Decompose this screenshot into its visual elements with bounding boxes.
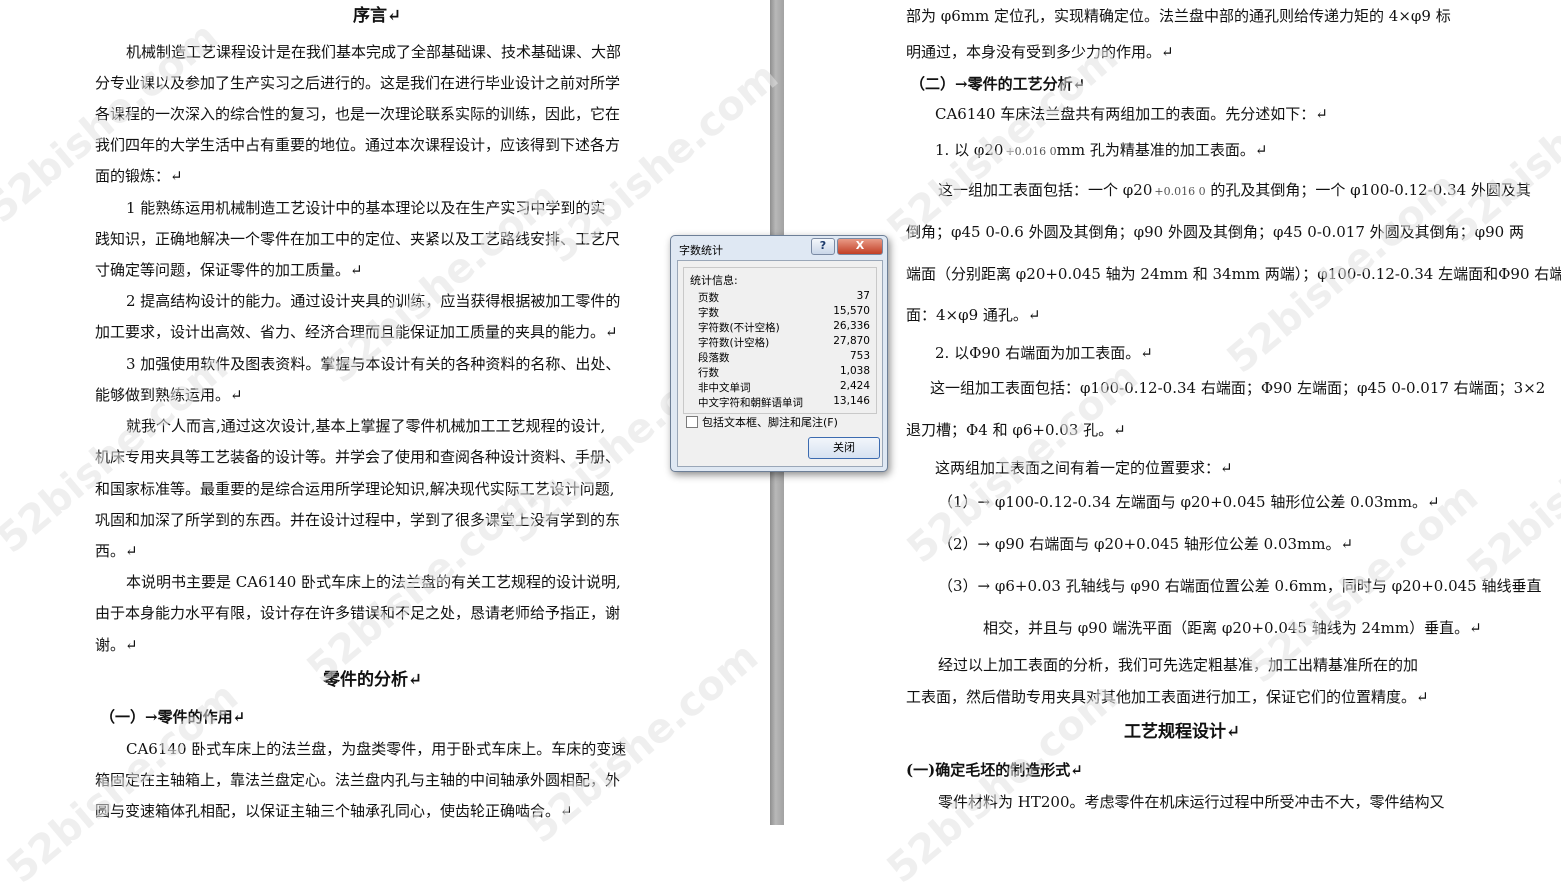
text-line: 这两组加工表面之间有着一定的位置要求：↵ — [935, 459, 1233, 477]
text-line: 经过以上加工表面的分析，我们可先选定粗基准，加工出精基准所在的加 — [938, 656, 1419, 674]
subsection-heading: （二）→零件的工艺分析↵ — [910, 75, 1086, 93]
word-count-dialog: 字数统计 ? X 统计信息: 页数 37 字数 15,570 字符数(不计空格) 26,3… — [670, 235, 888, 472]
text-line: 巩固和加深了所学到的东西。并在设计过程中，学到了很多课堂上没有学到的东 — [95, 511, 621, 529]
section-heading: 零件的分析↵ — [323, 670, 423, 690]
text-line: 谢。↵ — [95, 636, 138, 654]
text-line-continuation: 的孔及其倒角；一个 φ100-0.12-0.34 外圆及其 — [1205, 181, 1531, 199]
text-line: CA6140 卧式车床上的法兰盘，为盘类零件，用于卧式车床上。车床的变速 — [126, 740, 627, 758]
stat-row: 字数 15,570 — [698, 305, 870, 319]
text-line: 就我个人而言,通过这次设计,基本上掌握了零件机械加工工艺规程的设计, — [126, 417, 606, 435]
document-page-left: 序言↵ 机械制造工艺课程设计是在我们基本完成了全部基础课、技术基础课、大部分专业课… — [0, 0, 770, 825]
text-line: 西。↵ — [95, 542, 138, 560]
stat-label: 字数 — [698, 307, 719, 319]
text-line: （1）→ φ100-0.12-0.34 左端面与 φ20+0.045 轴形位公差… — [938, 493, 1440, 511]
text-line: 1. 以 φ20 +0.016 0mm 孔为精基准的加工表面。↵ — [935, 141, 1268, 159]
text-line: 和国家标准等。最重要的是综合运用所学理论知识,解决现代实际工艺设计问题, — [95, 480, 615, 498]
text-line: 这一组加工表面包括：一个 φ20 +0.016 0 的孔及其倒角；一个 φ100-… — [938, 181, 1531, 199]
text-line: 相交，并且与 φ90 端洗平面（距离 φ20+0.045 轴线为 24mm）垂直… — [983, 619, 1482, 637]
text-line: 工表面，然后借助专用夹具对其他加工表面进行加工，保证它们的位置精度。↵ — [906, 688, 1429, 706]
include-textboxes-checkbox[interactable] — [686, 416, 698, 428]
text-line: 寸确定等问题，保证零件的加工质量。↵ — [95, 261, 363, 279]
tolerance-superscript: +0.016 0 — [1005, 145, 1057, 158]
stat-label: 字符数(不计空格) — [698, 322, 780, 334]
text-line: 我们四年的大学生活中占有重要的地位。通过本次课程设计，应该得到下述各方 — [95, 136, 621, 154]
stat-row: 非中文单词 2,424 — [698, 380, 870, 394]
text-line: 面：4×φ9 通孔。↵ — [906, 306, 1041, 324]
text-line: 面的锻炼：↵ — [95, 167, 183, 185]
text-line: 这一组加工表面包括：φ100-0.12-0.34 右端面；Φ90 左端面；φ45… — [930, 379, 1546, 397]
help-button[interactable]: ? — [811, 238, 835, 255]
text-line: 退刀槽；Φ4 和 φ6+0.03 孔。↵ — [906, 421, 1126, 439]
text-line-continuation: mm 孔为精基准的加工表面。↵ — [1056, 141, 1268, 159]
stat-row: 段落数 753 — [698, 350, 870, 364]
text-line: 本说明书主要是 CA6140 卧式车床上的法兰盘的有关工艺规程的设计说明, — [126, 573, 621, 591]
stat-row: 中文字符和朝鲜语单词 13,146 — [698, 395, 870, 409]
text-line: 2. 以Φ90 右端面为加工表面。↵ — [935, 344, 1153, 362]
stat-row: 字符数(不计空格) 26,336 — [698, 320, 870, 334]
stat-value: 753 — [849, 350, 870, 362]
stat-label: 行数 — [698, 367, 719, 379]
text-line: 3 加强使用软件及图表资料。掌握与本设计有关的各种资料的名称、出处、 — [126, 355, 621, 373]
stat-value: 1,038 — [839, 365, 870, 377]
section-heading: 工艺规程设计↵ — [1124, 722, 1241, 742]
stat-label: 字符数(计空格) — [698, 337, 770, 349]
subsection-heading: （一）→零件的作用↵ — [100, 708, 246, 726]
dialog-title: 字数统计 — [679, 244, 723, 257]
text-line: 践知识，正确地解决一个零件在加工中的定位、夹紧以及工艺路线安排、工艺尺 — [95, 230, 621, 248]
text-line: 部为 φ6mm 定位孔，实现精确定位。法兰盘中部的通孔则给传递力矩的 4×φ9 … — [906, 7, 1451, 25]
text-line: 端面（分别距离 φ20+0.045 轴为 24mm 和 34mm 两端）；φ10… — [906, 265, 1561, 283]
statistics-group-label: 统计信息: — [690, 274, 738, 287]
text-line: 圆与变速箱体孔相配，以保证主轴三个轴承孔同心，使齿轮正确啮合。↵ — [95, 802, 573, 820]
text-line: 2 提高结构设计的能力。通过设计夹具的训练，应当获得根据被加工零件的 — [126, 292, 621, 310]
stat-value: 15,570 — [833, 305, 870, 317]
stat-value: 37 — [856, 290, 870, 302]
text-line: 各课程的一次深入的综合性的复习，也是一次理论联系实际的训练，因此，它在 — [95, 105, 621, 123]
text-line: 机床专用夹具等工艺装备的设计等。并学会了使用和查阅各种设计资料、手册、 — [95, 448, 621, 466]
stat-label: 页数 — [698, 292, 719, 304]
text-line: 明通过，本身没有受到多少力的作用。↵ — [906, 43, 1174, 61]
stat-row: 字符数(计空格) 27,870 — [698, 335, 870, 349]
text-line: 加工要求，设计出高效、省力、经济合理而且能保证加工质量的夹具的能力。↵ — [95, 323, 618, 341]
subsection-heading: (一)确定毛坯的制造形式↵ — [906, 761, 1083, 779]
stat-row: 行数 1,038 — [698, 365, 870, 379]
text-line: 由于本身能力水平有限，设计存在许多错误和不足之处，恳请老师给予指正，谢 — [95, 604, 621, 622]
text-line: 箱固定在主轴箱上，靠法兰盘定心。法兰盘内孔与主轴的中间轴承外圆相配，外 — [95, 771, 621, 789]
text-line: （3）→ φ6+0.03 孔轴线与 φ90 右端面位置公差 0.6mm，同时与 … — [938, 577, 1542, 595]
section-heading: 序言↵ — [353, 6, 402, 26]
stat-label: 段落数 — [698, 352, 730, 364]
dialog-body: 统计信息: 页数 37 字数 15,570 字符数(不计空格) 26,336 字符数(计空格… — [677, 260, 883, 467]
document-page-right: 部为 φ6mm 定位孔，实现精确定位。法兰盘中部的通孔则给传递力矩的 4×φ9 … — [784, 0, 1561, 825]
tolerance-superscript: +0.016 0 — [1154, 185, 1206, 198]
stat-label: 非中文单词 — [698, 382, 751, 394]
stat-label: 中文字符和朝鲜语单词 — [698, 397, 803, 409]
text-line: 机械制造工艺课程设计是在我们基本完成了全部基础课、技术基础课、大部 — [126, 43, 622, 61]
stat-value: 2,424 — [839, 380, 870, 392]
text-line: 分专业课以及参加了生产实习之后进行的。这是我们在进行毕业设计之前对所学 — [95, 74, 621, 92]
close-icon[interactable]: X — [837, 238, 883, 255]
text-line: CA6140 车床法兰盘共有两组加工的表面。先分述如下：↵ — [935, 105, 1328, 123]
stat-value: 13,146 — [833, 395, 870, 407]
stat-value: 27,870 — [833, 335, 870, 347]
stat-row: 页数 37 — [698, 290, 870, 304]
statistics-group: 统计信息: 页数 37 字数 15,570 字符数(不计空格) 26,336 字符数(计空格… — [683, 267, 877, 414]
close-button[interactable]: 关闭 — [808, 437, 880, 459]
include-textboxes-label: 包括文本框、脚注和尾注(F) — [702, 416, 838, 429]
text-line: 零件材料为 HT200。考虑零件在机床运行过程中所受冲击不大，零件结构又 — [938, 793, 1445, 811]
text-line: 1 能熟练运用机械制造工艺设计中的基本理论以及在生产实习中学到的实 — [126, 199, 606, 217]
text-line: 倒角；φ45 0-0.6 外圆及其倒角；φ90 外圆及其倒角；φ45 0-0.0… — [906, 223, 1524, 241]
text-line: （2）→ φ90 右端面与 φ20+0.045 轴形位公差 0.03mm。↵ — [938, 535, 1354, 553]
text-line: 能够做到熟练运用。↵ — [95, 386, 243, 404]
stat-value: 26,336 — [833, 320, 870, 332]
